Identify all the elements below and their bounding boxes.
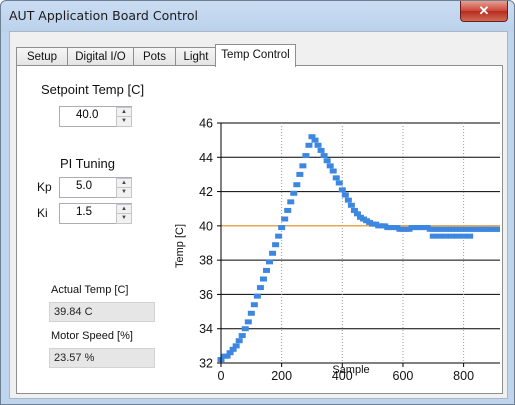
data-point: [302, 153, 310, 159]
data-point: [496, 226, 500, 232]
temp-control-panel: Setpoint Temp [C] 40.0 ▲ ▼ PI Tuning Kp …: [16, 65, 503, 394]
data-point: [287, 199, 295, 205]
kp-value: 5.0: [76, 180, 92, 192]
x-axis-label: Sample: [332, 364, 369, 376]
data-point: [454, 233, 462, 239]
ki-stepper[interactable]: 1.5 ▲ ▼: [59, 203, 132, 224]
data-point: [290, 190, 298, 196]
data-point: [460, 233, 468, 239]
plot-area: [221, 123, 500, 363]
tab-digital-io[interactable]: Digital I/O: [67, 47, 134, 66]
data-point: [335, 180, 343, 186]
data-point: [447, 233, 455, 239]
kp-label: Kp: [37, 180, 52, 194]
title-bar: AUT Application Board Control ✕: [1, 1, 514, 31]
client-area: Setup Digital I/O Pots Light Temp Contro…: [9, 31, 508, 399]
ki-down-arrow-icon[interactable]: ▼: [116, 213, 132, 224]
data-point: [329, 168, 337, 174]
ki-label: Ki: [37, 206, 48, 220]
data-point: [235, 338, 243, 344]
kp-down-arrow-icon[interactable]: ▼: [116, 187, 132, 198]
data-point: [269, 250, 277, 256]
data-point: [332, 175, 340, 181]
x-tick-label: 800: [453, 369, 474, 383]
close-button[interactable]: ✕: [460, 1, 508, 22]
actual-temp-label: Actual Temp [C]: [51, 284, 129, 296]
data-point: [250, 302, 258, 308]
y-tick-label: 38: [199, 254, 213, 268]
data-point: [262, 267, 270, 273]
data-point: [305, 142, 313, 148]
setpoint-stepper[interactable]: 40.0 ▲ ▼: [59, 106, 132, 127]
data-point: [296, 171, 304, 177]
tab-setup[interactable]: Setup: [16, 47, 68, 66]
x-tick-label: 0: [218, 369, 225, 383]
data-point: [435, 233, 443, 239]
data-point: [247, 310, 255, 316]
data-point: [259, 276, 267, 282]
y-tick-label: 34: [199, 322, 213, 336]
data-point: [275, 233, 283, 239]
data-point: [299, 163, 307, 169]
data-point: [241, 326, 249, 332]
pi-tuning-label: PI Tuning: [60, 156, 115, 171]
data-point: [344, 197, 352, 203]
data-point: [338, 187, 346, 193]
data-point: [314, 142, 322, 148]
data-point: [323, 158, 331, 164]
data-point: [232, 343, 240, 349]
data-point: [466, 233, 474, 239]
kp-stepper[interactable]: 5.0 ▲ ▼: [59, 177, 132, 198]
data-point: [244, 319, 252, 325]
setpoint-down-arrow-icon[interactable]: ▼: [116, 116, 132, 127]
window-title: AUT Application Board Control: [9, 8, 199, 23]
data-point: [266, 259, 274, 265]
y-axis-label: Temp [C]: [174, 224, 186, 268]
data-point: [341, 192, 349, 198]
motor-speed-label: Motor Speed [%]: [51, 330, 133, 342]
motor-speed-readout: 23.57 %: [49, 348, 155, 368]
data-point: [429, 233, 437, 239]
data-point: [441, 233, 449, 239]
data-point: [253, 293, 261, 299]
y-tick-label: 44: [199, 151, 213, 165]
y-tick-label: 32: [199, 357, 213, 371]
y-tick-label: 42: [199, 185, 213, 199]
data-point: [293, 182, 301, 188]
data-point: [320, 153, 328, 159]
data-point: [284, 207, 292, 213]
data-point: [281, 216, 289, 222]
plot-background: [221, 123, 500, 363]
x-tick-label: 200: [271, 369, 292, 383]
data-point: [311, 137, 319, 143]
tab-temp-control[interactable]: Temp Control: [215, 44, 296, 67]
y-tick-label: 36: [199, 288, 213, 302]
kp-arrows: ▲ ▼: [116, 178, 132, 198]
ki-value: 1.5: [76, 206, 92, 218]
app-window: AUT Application Board Control ✕ Setup Di…: [0, 0, 515, 405]
data-point: [272, 242, 280, 248]
ki-arrows: ▲ ▼: [116, 204, 132, 224]
data-point: [256, 285, 264, 291]
y-tick-label: 40: [199, 219, 213, 233]
setpoint-arrows: ▲ ▼: [116, 107, 132, 127]
tab-pots[interactable]: Pots: [133, 47, 176, 66]
x-tick-label: 600: [393, 369, 414, 383]
data-point: [238, 333, 246, 339]
y-tick-label: 46: [199, 117, 213, 131]
actual-temp-readout: 39.84 C: [49, 302, 155, 322]
data-point: [317, 147, 325, 153]
data-point: [347, 202, 355, 208]
data-point: [278, 225, 286, 231]
temperature-chart: 32343638404244460 200 400 600 800 Sample Tem…: [174, 117, 500, 383]
tab-light[interactable]: Light: [175, 47, 217, 66]
setpoint-label: Setpoint Temp [C]: [41, 82, 145, 97]
data-point: [326, 163, 334, 169]
setpoint-value: 40.0: [76, 109, 99, 121]
